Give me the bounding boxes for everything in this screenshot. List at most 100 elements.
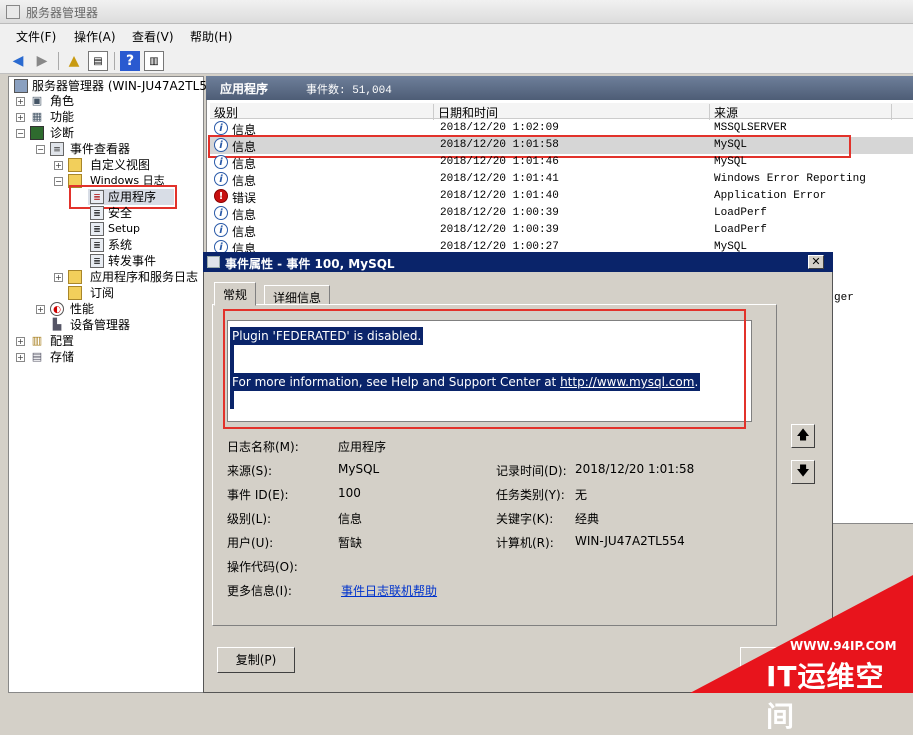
folder-icon (68, 158, 82, 172)
info-icon: i (214, 155, 228, 169)
menu-action[interactable]: 操作(A) (74, 28, 116, 45)
help-icon[interactable]: ? (120, 51, 140, 71)
source-label: 来源(S): (227, 464, 273, 478)
row-level: 错误 (232, 191, 257, 205)
info-icon: i (214, 223, 228, 237)
table-row[interactable]: i 信息 2018/12/20 1:00:39 LoadPerf (210, 205, 913, 222)
expand-icon[interactable]: + (16, 337, 25, 346)
info-icon: i (214, 240, 228, 252)
tree-label: 诊断 (50, 126, 75, 140)
row-level: 信息 (232, 157, 257, 171)
task-value: 无 (575, 488, 588, 502)
row-datetime: 2018/12/20 1:00:27 (440, 241, 559, 252)
dialog-title-bar: 事件属性 - 事件 100, MySQL (203, 252, 833, 272)
tree-label: 配置 (50, 334, 75, 348)
menu-view[interactable]: 查看(V) (132, 28, 174, 45)
log-name-label: 日志名称(M): (227, 440, 299, 454)
tree-label: Setup (108, 222, 141, 235)
show-tree-icon[interactable]: ▤ (88, 51, 108, 71)
up-folder-icon[interactable]: ▲ (64, 51, 84, 71)
folder-icon (68, 270, 82, 284)
expand-icon[interactable]: + (16, 113, 25, 122)
row-level: 信息 (232, 225, 257, 239)
column-source[interactable]: 来源 (710, 104, 892, 120)
expand-icon[interactable]: + (36, 305, 45, 314)
event-id-label: 事件 ID(E): (227, 488, 289, 502)
more-info-link[interactable]: 事件日志联机帮助 (341, 582, 437, 599)
watermark-text: IT运维空间 (766, 660, 885, 733)
action-pane-icon[interactable]: ▥ (144, 51, 164, 71)
copy-button[interactable]: 复制(P) (217, 647, 295, 673)
opcode-label: 操作代码(O): (227, 560, 298, 574)
previous-event-button[interactable]: 🡅 (791, 424, 815, 448)
panel-title: 应用程序 (220, 82, 269, 96)
tree-label: 事件查看器 (70, 142, 131, 156)
row-source: Application Error (714, 190, 827, 202)
collapse-icon[interactable]: − (16, 129, 25, 138)
row-datetime: 2018/12/20 1:01:41 (440, 173, 559, 185)
info-icon: i (214, 206, 228, 220)
event-icon (207, 256, 220, 268)
row-source: MySQL (714, 241, 748, 252)
configuration-icon: ▥ (31, 334, 43, 347)
computer-label: 计算机(R): (496, 536, 554, 550)
level-label: 级别(L): (227, 512, 272, 526)
next-event-button[interactable]: 🡇 (791, 460, 815, 484)
logged-value: 2018/12/20 1:01:58 (575, 462, 695, 476)
keywords-label: 关键字(K): (496, 512, 554, 526)
tree-label: 应用程序和服务日志 (90, 270, 199, 284)
row-source: LoadPerf (714, 224, 767, 236)
expand-icon[interactable]: + (54, 273, 63, 282)
expand-icon[interactable]: + (54, 161, 63, 170)
collapse-icon[interactable]: − (36, 145, 45, 154)
forward-arrow-icon[interactable]: ▶ (32, 51, 52, 71)
log-icon: ≣ (90, 254, 104, 268)
title-bar: 服务器管理器 (0, 0, 913, 24)
performance-icon: ◐ (50, 302, 64, 316)
table-row[interactable]: i 信息 2018/12/20 1:01:46 MySQL (210, 154, 913, 171)
close-icon[interactable]: ✕ (808, 255, 824, 269)
subscription-icon (68, 286, 82, 300)
row-source: MySQL (714, 156, 748, 168)
tree-label: 订阅 (90, 286, 115, 300)
table-row[interactable]: i 信息 2018/12/20 1:00:27 MySQL (210, 239, 913, 252)
row-level: 信息 (232, 242, 257, 252)
table-row[interactable]: i 信息 2018/12/20 1:01:41 Windows Error Re… (210, 171, 913, 188)
column-datetime[interactable]: 日期和时间 (434, 104, 710, 120)
event-viewer-icon: ≡ (50, 142, 64, 156)
panel-header: 应用程序 事件数: 51,004 (206, 76, 913, 100)
tab-general[interactable]: 常规 (214, 282, 257, 306)
expand-icon[interactable]: + (16, 353, 25, 362)
expand-icon[interactable]: + (16, 97, 25, 106)
tree-label: 设备管理器 (70, 318, 131, 332)
column-level[interactable]: 级别 (210, 104, 434, 120)
menu-bar: 文件(F) 操作(A) 查看(V) 帮助(H) (0, 24, 913, 48)
collapse-icon[interactable]: − (54, 177, 63, 186)
annotation-box (223, 309, 746, 429)
row-level: 信息 (232, 208, 257, 222)
back-arrow-icon[interactable]: ◀ (8, 51, 28, 71)
table-row[interactable]: ! 错误 2018/12/20 1:01:40 Application Erro… (210, 188, 913, 205)
tree-label: 系统 (108, 238, 133, 252)
error-icon: ! (214, 189, 228, 203)
row-source: MSSQLSERVER (714, 122, 787, 134)
table-row[interactable]: i 信息 2018/12/20 1:00:39 LoadPerf (210, 222, 913, 239)
arrow-down-icon: 🡇 (796, 464, 810, 479)
row-datetime: 2018/12/20 1:02:09 (440, 122, 559, 134)
grid-header: 级别 日期和时间 来源 (210, 103, 913, 120)
toolbar: ◀ ▶ ▲ ▤ ? ▥ (0, 48, 913, 74)
tree-label: 安全 (108, 206, 133, 220)
storage-icon: ▤ (31, 350, 43, 363)
tree-root-label: 服务器管理器 (WIN-JU47A2TL55 (32, 79, 215, 93)
arrow-up-icon: 🡅 (796, 428, 810, 443)
menu-file[interactable]: 文件(F) (16, 28, 56, 45)
info-icon: i (214, 172, 228, 186)
level-value: 信息 (338, 512, 363, 526)
source-value: MySQL (338, 462, 380, 476)
watermark-url: WWW.94IP.COM (790, 639, 897, 653)
tab-details[interactable]: 详细信息 (264, 285, 331, 305)
info-icon: i (214, 121, 228, 135)
user-value: 暂缺 (338, 536, 363, 550)
menu-help[interactable]: 帮助(H) (190, 28, 232, 45)
features-icon: ▦ (31, 110, 43, 123)
